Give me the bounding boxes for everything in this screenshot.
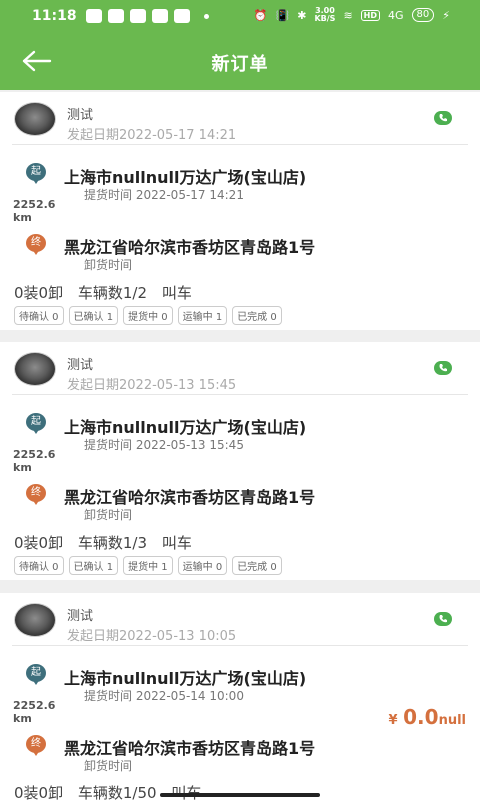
order-card[interactable]: 测试 发起日期2022-05-17 14:21 起 上海市nullnull万达广…: [0, 92, 480, 330]
created-date: 发起日期2022-05-13 15:45: [67, 378, 237, 393]
hd-icon: HD: [360, 9, 380, 21]
pickup-time: 提货时间 2022-05-13 15:45: [84, 438, 244, 452]
from-address: 上海市nullnull万达广场(宝山店): [64, 418, 307, 437]
status-tags: 待确认 0 已确认 1 提货中 0 运输中 1 已完成 0: [14, 306, 282, 325]
status-picking: 提货中 0: [123, 306, 173, 325]
status-time: 11:18: [32, 8, 77, 24]
start-pin-icon: 起: [26, 664, 46, 685]
load-info: 0装0卸: [14, 534, 64, 552]
customer-name: 测试: [67, 358, 94, 373]
wifi-icon: ≋: [343, 8, 353, 22]
status-confirmed: 已确认 1: [68, 556, 119, 575]
distance: 2252.6 km: [13, 699, 56, 725]
pickup-time: 提货时间 2022-05-14 10:00: [84, 689, 244, 703]
unload-time: 卸货时间: [84, 508, 133, 522]
end-pin-icon: 终: [26, 735, 46, 756]
more-notifications-icon: [204, 13, 209, 19]
load-info: 0装0卸: [14, 284, 64, 302]
end-pin-icon: 终: [26, 484, 46, 505]
app-notification-icon: [152, 9, 168, 23]
phone-icon[interactable]: [434, 361, 452, 375]
vehicle-info: 车辆数1/3: [77, 534, 148, 552]
network-speed: 3.00 KB/S: [314, 6, 336, 23]
avatar: [14, 352, 56, 386]
order-card[interactable]: 测试 发起日期2022-05-13 10:05 起 上海市nullnull万达广…: [0, 593, 480, 803]
created-date: 发起日期2022-05-17 14:21: [67, 128, 237, 143]
status-pending: 待确认 0: [14, 306, 64, 325]
created-date: 发起日期2022-05-13 10:05: [67, 629, 237, 644]
distance: 2252.6 km: [13, 448, 56, 474]
distance: 2252.6 km: [13, 198, 56, 224]
gesture-bar[interactable]: [160, 793, 320, 797]
avatar: [14, 102, 56, 136]
vehicle-info: 车辆数1/50: [77, 784, 157, 802]
from-address: 上海市nullnull万达广场(宝山店): [64, 669, 307, 688]
start-pin-icon: 起: [26, 163, 46, 184]
battery-icon: 80: [411, 8, 435, 22]
app-notification-icon: [108, 9, 124, 23]
status-transit: 运输中 1: [177, 306, 228, 325]
customer-name: 测试: [67, 609, 94, 624]
status-done: 已完成 0: [232, 556, 282, 575]
telegram-icon: [174, 9, 190, 23]
status-picking: 提货中 1: [123, 556, 173, 575]
to-address: 黑龙江省哈尔滨市香坊区青岛路1号: [64, 488, 316, 507]
charging-icon: ⚡: [442, 8, 450, 22]
end-pin-icon: 终: [26, 234, 46, 255]
order-card[interactable]: 测试 发起日期2022-05-13 15:45 起 上海市nullnull万达广…: [0, 342, 480, 580]
status-transit: 运输中 0: [177, 556, 228, 575]
order-summary: 0装0卸 车辆数1/2 叫车: [14, 282, 202, 303]
system-icons: ⏰ 📳 ✱ 3.00 KB/S ≋ HD 4G 80 ⚡: [254, 7, 450, 23]
order-summary: 0装0卸 车辆数1/3 叫车: [14, 532, 202, 553]
page-title: 新订单: [211, 54, 269, 75]
status-tags: 待确认 0 已确认 1 提货中 1 运输中 0 已完成 0: [14, 556, 282, 575]
status-pending: 待确认 0: [14, 556, 64, 575]
notification-icons: [86, 9, 209, 23]
from-address: 上海市nullnull万达广场(宝山店): [64, 168, 307, 187]
avatar: [14, 603, 56, 637]
start-pin-icon: 起: [26, 413, 46, 434]
call-car-button[interactable]: 叫车: [162, 534, 192, 552]
alarm-icon: ⏰: [253, 8, 268, 22]
app-header: 新订单: [0, 34, 480, 90]
to-address: 黑龙江省哈尔滨市香坊区青岛路1号: [64, 739, 316, 758]
app-notification-icon: [86, 9, 102, 23]
pickup-time: 提货时间 2022-05-17 14:21: [84, 188, 244, 202]
bluetooth-icon: ✱: [297, 8, 307, 22]
phone-icon[interactable]: [434, 612, 452, 626]
load-info: 0装0卸: [14, 784, 64, 802]
app-notification-icon: [130, 9, 146, 23]
vibrate-icon: 📳: [275, 8, 290, 22]
unload-time: 卸货时间: [84, 759, 133, 773]
signal-icon: 4G: [388, 8, 404, 22]
divider: [12, 144, 468, 145]
vehicle-info: 车辆数1/2: [77, 284, 148, 302]
status-done: 已完成 0: [232, 306, 282, 325]
divider: [12, 394, 468, 395]
to-address: 黑龙江省哈尔滨市香坊区青岛路1号: [64, 238, 316, 257]
divider: [12, 645, 468, 646]
price: ¥ 0.0null: [388, 705, 466, 729]
unload-time: 卸货时间: [84, 258, 133, 272]
status-bar: 11:18 ⏰ 📳 ✱ 3.00 KB/S ≋ HD 4G 80 ⚡: [0, 0, 480, 34]
customer-name: 测试: [67, 108, 94, 123]
status-confirmed: 已确认 1: [68, 306, 119, 325]
phone-icon[interactable]: [434, 111, 452, 125]
call-car-button[interactable]: 叫车: [162, 284, 192, 302]
